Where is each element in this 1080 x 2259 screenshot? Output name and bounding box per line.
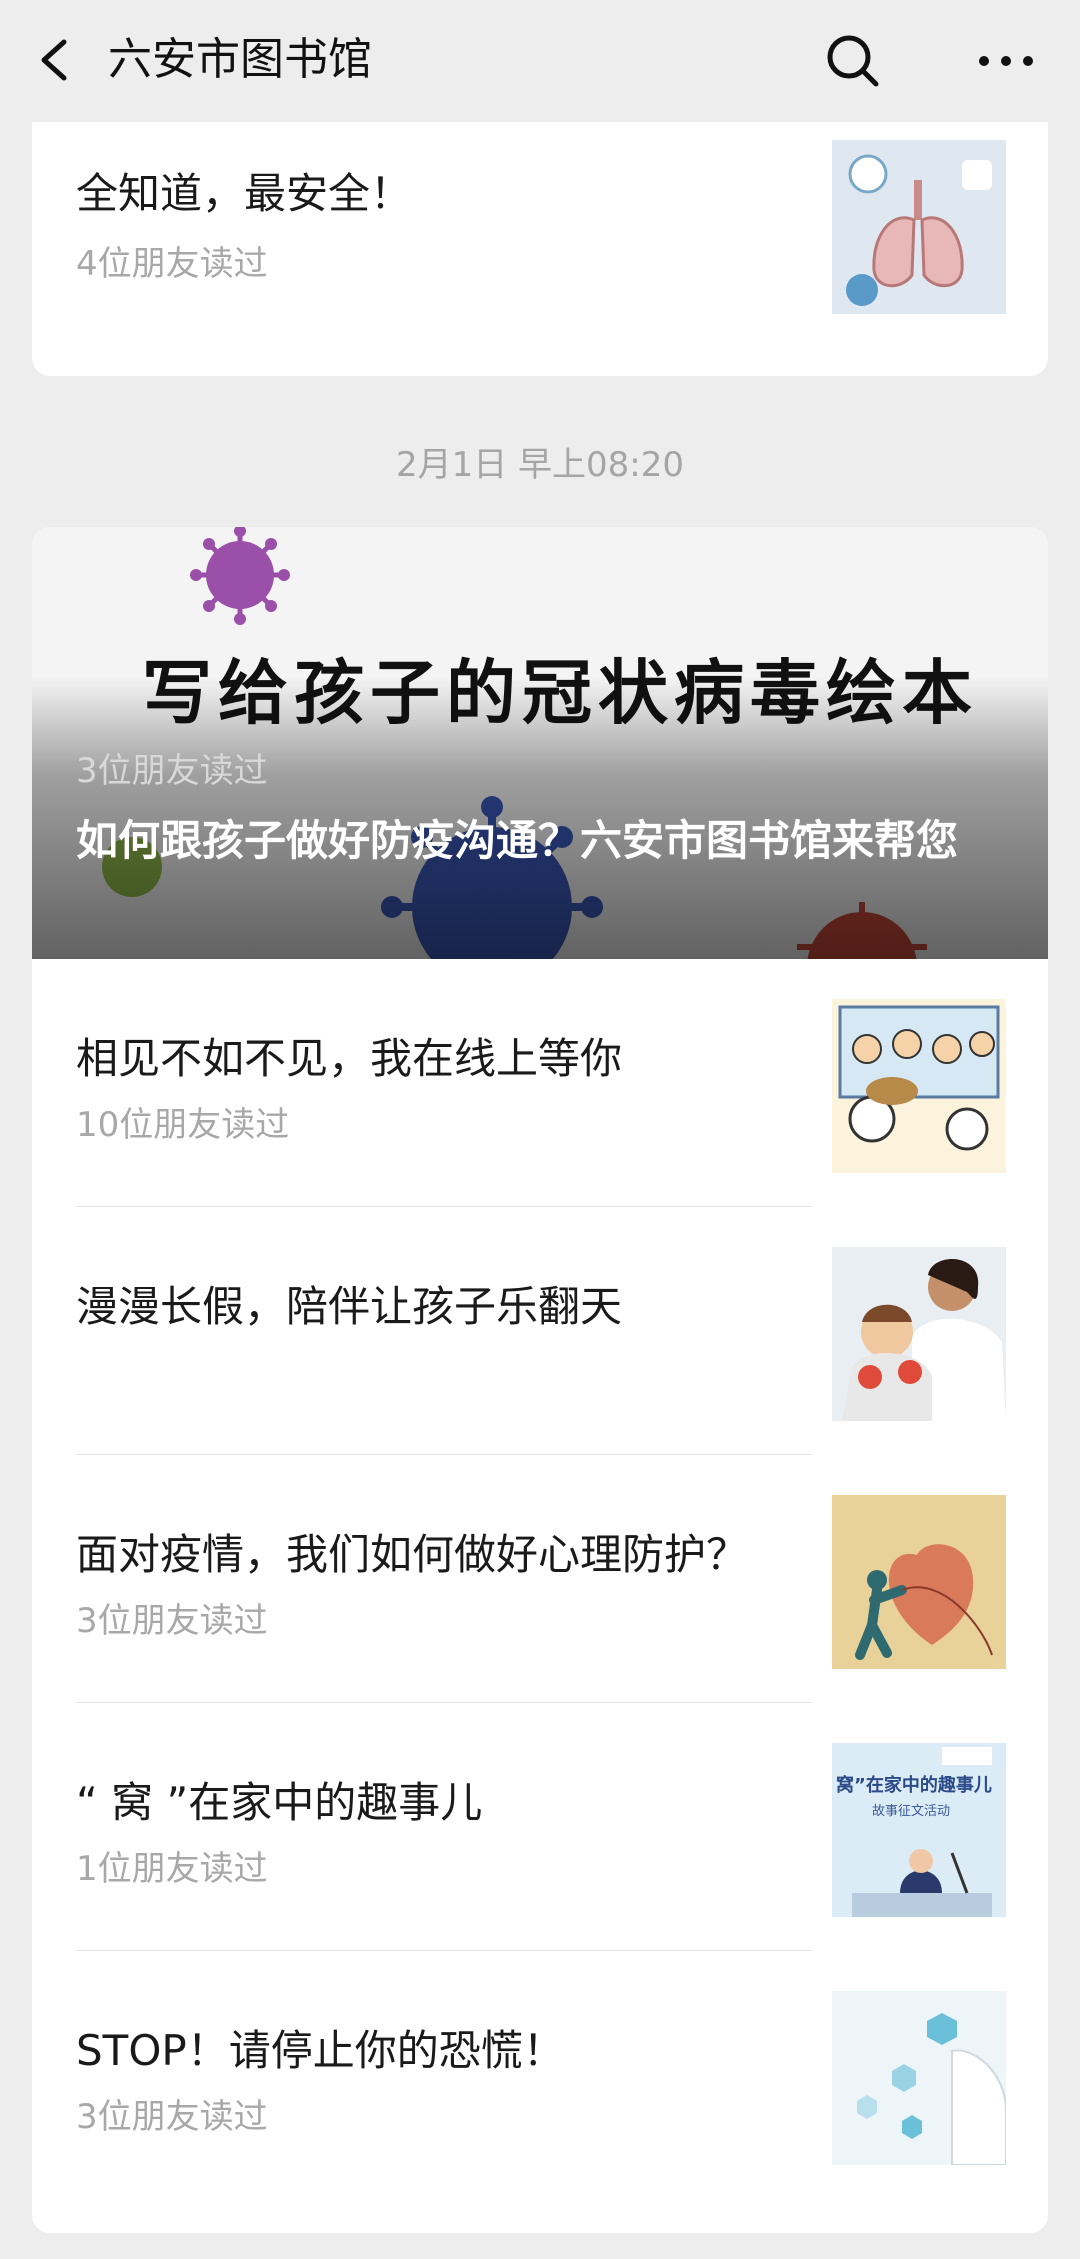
search-button[interactable] <box>820 28 886 94</box>
friends-read-count: 4位朋友读过 <box>76 244 268 284</box>
article-title: 漫漫长假，陪伴让孩子乐翻天 <box>76 1282 623 1331</box>
article-thumbnail <box>832 999 1006 1173</box>
article-title: “ 窝 ”在家中的趣事儿 <box>76 1778 483 1827</box>
hero-article-title: 如何跟孩子做好防疫沟通？六安市图书馆来帮您 <box>76 816 959 865</box>
friends-read-count: 3位朋友读过 <box>76 1601 268 1641</box>
article-title: 全知道，最安全！ <box>76 169 413 218</box>
article-row[interactable]: 漫漫长假，陪伴让孩子乐翻天 <box>32 1207 1048 1455</box>
search-icon <box>827 35 879 87</box>
friends-read-count: 10位朋友读过 <box>76 1105 290 1145</box>
story-poster-icon: 窝”在家中的趣事儿 故事征文活动 <box>832 1743 1006 1917</box>
article-thumbnail: 窝”在家中的趣事儿 故事征文活动 <box>832 1743 1006 1917</box>
friends-read-count: 3位朋友读过 <box>76 751 268 791</box>
back-button[interactable] <box>28 28 88 92</box>
article-row[interactable]: 相见不如不见，我在线上等你 10位朋友读过 <box>32 959 1048 1207</box>
article-thumbnail <box>832 1495 1006 1669</box>
page-title: 六安市图书馆 <box>108 34 372 85</box>
article-card[interactable]: 全知道，最安全！ 4位朋友读过 <box>32 122 1048 376</box>
friends-read-count: 3位朋友读过 <box>76 2097 268 2137</box>
more-dots-icon <box>979 56 1033 66</box>
more-options-button[interactable] <box>966 28 1046 94</box>
article-group-card: 写给孩子的冠状病毒绘本 3位朋友读过 如何跟孩子做好防疫沟通？六安市图书馆来帮您… <box>32 527 1048 2233</box>
article-title: 相见不如不见，我在线上等你 <box>76 1034 623 1083</box>
poster-title-text: 窝”在家中的趣事儿 <box>836 1774 992 1796</box>
article-title: 面对疫情，我们如何做好心理防护？ <box>76 1530 749 1579</box>
cartoon-crowd-illustration-icon <box>832 999 1006 1173</box>
article-row[interactable]: 面对疫情，我们如何做好心理防护？ 3位朋友读过 <box>32 1455 1048 1703</box>
lungs-illustration-icon <box>832 140 1006 314</box>
message-timestamp: 2月1日 早上08:20 <box>395 445 685 485</box>
poster-subtitle-text: 故事征文活动 <box>872 1804 950 1819</box>
article-thumbnail <box>832 140 1006 314</box>
mother-child-photo-icon <box>832 1247 1006 1421</box>
chevron-left-icon <box>41 39 67 81</box>
friends-read-count: 1位朋友读过 <box>76 1849 268 1889</box>
heart-figure-illustration-icon <box>832 1495 1006 1669</box>
medical-hexagon-illustration-icon <box>832 1991 1006 2165</box>
article-thumbnail <box>832 1991 1006 2165</box>
article-row[interactable]: STOP！请停止你的恐慌！ 3位朋友读过 <box>32 1951 1048 2199</box>
article-thumbnail <box>832 1247 1006 1421</box>
hero-article[interactable]: 写给孩子的冠状病毒绘本 3位朋友读过 如何跟孩子做好防疫沟通？六安市图书馆来帮您 <box>32 527 1048 959</box>
top-bar: 六安市图书馆 <box>0 0 1080 122</box>
article-row[interactable]: “ 窝 ”在家中的趣事儿 1位朋友读过 窝”在家中的趣事儿 故事征文活动 <box>32 1703 1048 1951</box>
article-title: STOP！请停止你的恐慌！ <box>76 2026 565 2075</box>
